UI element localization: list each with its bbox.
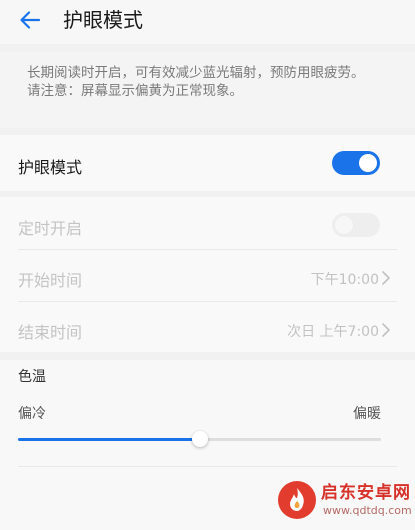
cool-label: 偏冷 xyxy=(18,406,46,422)
toggle-knob xyxy=(335,216,353,234)
divider xyxy=(18,301,397,302)
site-watermark: 启东安卓网 www.qdtdq.com xyxy=(277,474,412,526)
warm-label: 偏暖 xyxy=(353,406,381,422)
eye-mode-row[interactable]: 护眼模式 xyxy=(0,135,415,191)
description-panel: 长期阅读时开启，可有效减少蓝光辐射，预防用眼疲劳。 请注意：屏幕显示偏黄为正常现… xyxy=(0,52,415,128)
eye-comfort-settings-screen: 护眼模式 长期阅读时开启，可有效减少蓝光辐射，预防用眼疲劳。 请注意：屏幕显示偏… xyxy=(0,0,415,530)
toggle-knob xyxy=(359,154,377,172)
watermark-url: www.qdtdq.com xyxy=(323,504,412,517)
end-time-label: 结束时间 xyxy=(18,323,83,342)
chevron-right-icon xyxy=(382,271,390,285)
schedule-group: 定时开启 开始时间 下午10:00 结束时间 次日 上午7:00 xyxy=(0,197,415,352)
header: 护眼模式 xyxy=(0,0,415,44)
start-time-label: 开始时间 xyxy=(18,271,83,290)
back-button[interactable] xyxy=(10,4,50,36)
slider-fill xyxy=(18,438,200,441)
schedule-label: 定时开启 xyxy=(18,219,83,238)
slider-thumb[interactable] xyxy=(192,431,208,447)
divider xyxy=(18,249,397,250)
end-time-value[interactable]: 次日 上午7:00 xyxy=(287,321,379,341)
color-temperature-slider[interactable] xyxy=(18,431,381,447)
eye-mode-label: 护眼模式 xyxy=(18,158,83,177)
arrow-left-icon xyxy=(20,11,41,29)
color-temperature-label: 色温 xyxy=(18,369,46,385)
schedule-toggle[interactable] xyxy=(332,213,380,237)
page-title: 护眼模式 xyxy=(63,8,143,32)
watermark-name: 启东安卓网 xyxy=(321,483,411,503)
flame-logo-icon xyxy=(278,481,316,519)
eye-mode-toggle[interactable] xyxy=(332,151,380,175)
start-time-value[interactable]: 下午10:00 xyxy=(311,269,379,289)
description-text: 长期阅读时开启，可有效减少蓝光辐射，预防用眼疲劳。 请注意：屏幕显示偏黄为正常现… xyxy=(27,65,365,99)
chevron-right-icon xyxy=(382,323,390,337)
divider xyxy=(18,466,397,467)
